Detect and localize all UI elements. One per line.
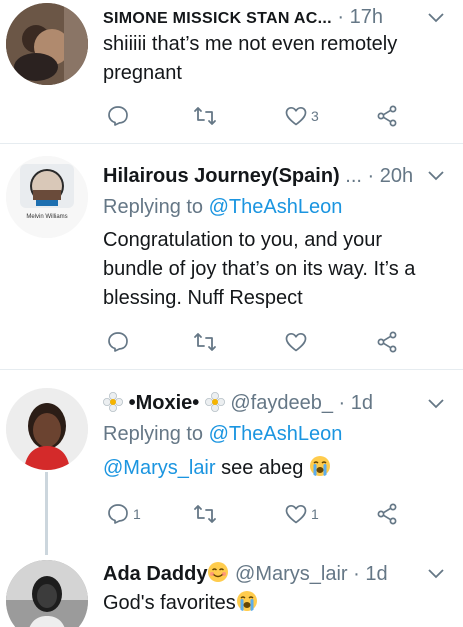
tweet-header: Hilairous Journey(Spain) ... · 20h [103,161,423,191]
tweet-text: @Marys_lair see abeg [103,454,448,483]
share-icon [377,331,397,353]
tweet-text-line: shiiiii that’s me not even remotely [103,33,398,55]
tweet-text: shiiiii that’s me not even remotely preg… [103,30,448,88]
like-count: 3 [311,108,319,124]
avatar[interactable] [6,388,88,470]
tweet-actions: 3 [103,102,423,130]
user-handle[interactable]: @Marys_lair [235,563,348,585]
tweet-3[interactable]: •Moxie• @faydeeb_ · 1d Replying to @TheA… [0,370,463,555]
tweet-1[interactable]: SIMONE MISSICK STAN AC... · 17h shiiiii … [0,0,463,143]
timestamp[interactable]: · 20h [368,165,414,187]
share-button[interactable] [375,500,399,528]
tweet-actions [103,328,423,356]
tweet-text: God's favorites [103,589,448,618]
retweet-button[interactable] [193,500,217,528]
avatar-photo [6,3,88,85]
tweet-text: Congratulation to you, and your bundle o… [103,226,448,313]
display-name[interactable]: •Moxie• [129,392,200,414]
thread-line [45,472,48,555]
avatar-photo [6,156,88,238]
replying-to: Replying to @TheAshLeon [103,192,342,222]
like-button[interactable]: 3 [284,102,319,130]
chevron-down-icon[interactable] [427,166,445,184]
replying-to: Replying to @TheAshLeon [103,419,342,449]
chevron-down-icon[interactable] [427,394,445,412]
share-icon [377,105,397,127]
blossom-icon [204,392,225,412]
display-name[interactable]: Hilairous Journey(Spain) [103,165,340,187]
avatar[interactable] [6,3,88,85]
timestamp[interactable]: · 1d [353,563,387,585]
tweet-header: Ada Daddy @Marys_lair · 1d [103,559,423,589]
heart-icon [285,332,307,352]
timestamp[interactable]: · 17h [337,6,383,28]
reply-button[interactable] [106,328,130,356]
reply-count: 1 [133,506,141,522]
tweet-4[interactable]: Ada Daddy @Marys_lair · 1d God's favorit… [0,555,463,627]
chevron-down-icon[interactable] [427,8,445,26]
share-icon [377,503,397,525]
tweet-header: SIMONE MISSICK STAN AC... · 17h [103,2,423,32]
replying-to-label: Replying to [103,196,204,218]
smiling-face-icon [208,562,229,582]
avatar-photo [6,388,88,470]
tweet-text-line: Congratulation to you, and your [103,229,383,251]
user-handle[interactable]: @faydeeb_ [230,392,333,414]
share-button[interactable] [375,102,399,130]
tweet-header: •Moxie• @faydeeb_ · 1d [103,388,423,418]
display-name[interactable]: Ada Daddy [103,563,207,585]
retweet-button[interactable] [193,328,217,356]
chevron-down-icon[interactable] [427,564,445,582]
share-button[interactable] [375,328,399,356]
blossom-icon [103,392,123,412]
timestamp[interactable]: · 1d [339,392,373,414]
like-count: 1 [311,506,319,522]
like-button[interactable] [284,328,308,356]
avatar-photo [6,560,88,627]
replying-to-label: Replying to [103,423,204,445]
tweet-actions: 1 1 [103,500,423,528]
mention-link[interactable]: @Marys_lair [103,457,216,479]
display-name[interactable]: SIMONE MISSICK STAN AC... [103,10,332,27]
retweet-icon [194,333,216,351]
reply-icon [108,106,128,126]
tweet-2[interactable]: Melvin Williams Hilairous Journey(Spain)… [0,144,463,369]
retweet-button[interactable] [193,102,217,130]
tweet-text-body: see abeg [215,457,304,479]
avatar[interactable]: Melvin Williams [6,156,88,238]
replying-to-link[interactable]: @TheAshLeon [209,196,343,218]
avatar[interactable] [6,560,88,627]
avatar-caption: Melvin Williams [26,214,68,220]
replying-to-link[interactable]: @TheAshLeon [209,423,343,445]
loudly-crying-face-icon [309,456,330,476]
like-button[interactable]: 1 [284,500,319,528]
tweet-text-line: blessing. Nuff Respect [103,287,303,309]
tweet-text-line: bundle of joy that’s on its way. It’s a [103,258,416,280]
reply-button[interactable]: 1 [106,500,141,528]
tweet-text-body: God's favorites [103,592,236,614]
loudly-crying-face-icon [236,591,257,611]
heart-icon [285,106,307,126]
reply-button[interactable] [106,102,130,130]
user-handle[interactable]: ... [345,165,362,187]
retweet-icon [194,505,216,523]
heart-icon [285,504,307,524]
reply-icon [108,332,128,352]
tweet-text-line: pregnant [103,62,182,84]
retweet-icon [194,107,216,125]
reply-icon [108,504,128,524]
